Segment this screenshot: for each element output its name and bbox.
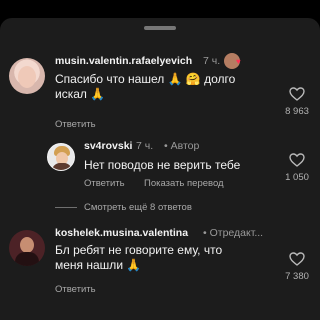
comment-item: musin.valentin.rafaelyevich 7 ч. ♥ Спаси… [0, 50, 320, 142]
replies-divider [55, 207, 77, 208]
comment-item: koshelek.musina.valentina • Отредакт... … [0, 227, 320, 315]
show-translation-button[interactable]: Показать перевод [144, 178, 224, 189]
heart-icon[interactable] [289, 87, 305, 101]
comment-edited-status: • Отредакт... [203, 227, 264, 239]
avatar[interactable] [9, 58, 45, 94]
avatar[interactable] [47, 143, 75, 171]
comment-username[interactable]: musin.valentin.rafaelyevich [55, 55, 192, 67]
comments-sheet: musin.valentin.rafaelyevich 7 ч. ♥ Спаси… [0, 18, 320, 320]
like-count: 7 380 [285, 271, 309, 282]
heart-icon[interactable] [289, 252, 305, 266]
heart-icon[interactable] [289, 153, 305, 167]
like-count: 8 963 [285, 106, 309, 117]
like-count: 1 050 [285, 172, 309, 183]
author-badge: • Автор [164, 140, 200, 152]
comment-username[interactable]: sv4rovski [84, 140, 132, 152]
heart-icon: ♥ [236, 57, 241, 66]
reply-button[interactable]: Ответить [55, 119, 96, 130]
comment-time: 7 ч. [203, 55, 221, 67]
drag-handle[interactable] [144, 26, 176, 30]
comment-username[interactable]: koshelek.musina.valentina [55, 227, 188, 239]
comment-text: Бл ребят не говорите ему, что меня нашли… [55, 243, 223, 272]
view-more-replies-button[interactable]: Смотреть ещё 8 ответов [84, 202, 192, 213]
comment-time: 7 ч. [136, 140, 154, 152]
comment-text: Нет поводов не верить тебе [84, 158, 241, 172]
reply-button[interactable]: Ответить [84, 178, 125, 189]
comment-text: Спасибо что нашел 🙏 🤗 долго искал 🙏 [55, 72, 236, 101]
reply-button[interactable]: Ответить [55, 284, 96, 295]
avatar[interactable] [9, 230, 45, 266]
